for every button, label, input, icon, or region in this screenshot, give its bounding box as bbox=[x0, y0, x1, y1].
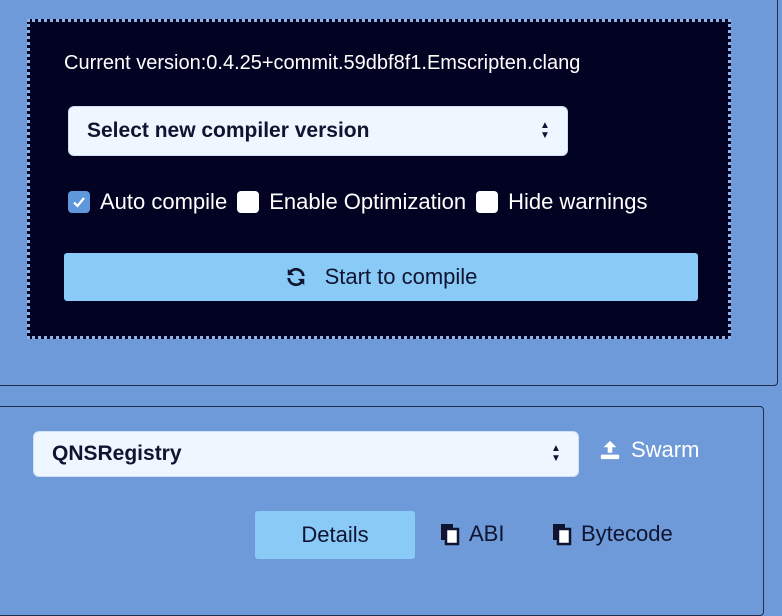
compiler-version-select[interactable]: Select new compiler version ▲ ▼ bbox=[68, 106, 568, 156]
start-compile-label: Start to compile bbox=[324, 264, 478, 289]
compiler-panel: Current version:0.4.25+commit.59dbf8f1.E… bbox=[0, 0, 778, 386]
hide-warnings-option[interactable]: Hide warnings bbox=[476, 189, 647, 215]
abi-copy-button[interactable]: ABI bbox=[439, 521, 504, 547]
bytecode-label: Bytecode bbox=[581, 521, 673, 546]
contract-panel: QNSRegistry ▲ ▼ Swarm Details ABI Byteco… bbox=[0, 406, 764, 616]
swarm-label: Swarm bbox=[631, 437, 700, 462]
details-label: Details bbox=[301, 522, 369, 547]
check-icon bbox=[73, 197, 85, 208]
contract-select[interactable]: QNSRegistry ▲ ▼ bbox=[33, 431, 579, 477]
copy-icon bbox=[439, 522, 461, 546]
auto-compile-label: Auto compile bbox=[100, 189, 228, 214]
select-arrows-icon: ▲ ▼ bbox=[551, 443, 561, 464]
hide-warnings-checkbox[interactable] bbox=[476, 191, 499, 213]
hide-warnings-label: Hide warnings bbox=[508, 189, 648, 214]
compiler-version-select-label: Select new compiler version bbox=[87, 119, 370, 142]
details-button[interactable]: Details bbox=[255, 511, 415, 559]
auto-compile-checkbox[interactable] bbox=[68, 191, 90, 213]
abi-label: ABI bbox=[469, 521, 505, 546]
enable-optimization-option[interactable]: Enable Optimization bbox=[237, 189, 466, 215]
compiler-settings-box: Current version:0.4.25+commit.59dbf8f1.E… bbox=[27, 19, 731, 339]
current-version-text: Current version:0.4.25+commit.59dbf8f1.E… bbox=[64, 52, 581, 74]
compile-options: Auto compile Enable Optimization Hide wa… bbox=[68, 189, 657, 215]
select-arrows-icon: ▲ ▼ bbox=[540, 120, 550, 141]
swarm-button[interactable]: Swarm bbox=[599, 437, 699, 463]
enable-optimization-checkbox[interactable] bbox=[237, 191, 260, 213]
start-compile-button[interactable]: Start to compile bbox=[64, 253, 698, 301]
enable-optimization-label: Enable Optimization bbox=[269, 189, 467, 214]
upload-icon bbox=[599, 439, 621, 461]
bytecode-copy-button[interactable]: Bytecode bbox=[551, 521, 673, 547]
refresh-icon bbox=[285, 266, 307, 288]
copy-icon bbox=[551, 522, 573, 546]
auto-compile-option[interactable]: Auto compile bbox=[68, 189, 227, 215]
contract-select-label: QNSRegistry bbox=[52, 442, 182, 465]
